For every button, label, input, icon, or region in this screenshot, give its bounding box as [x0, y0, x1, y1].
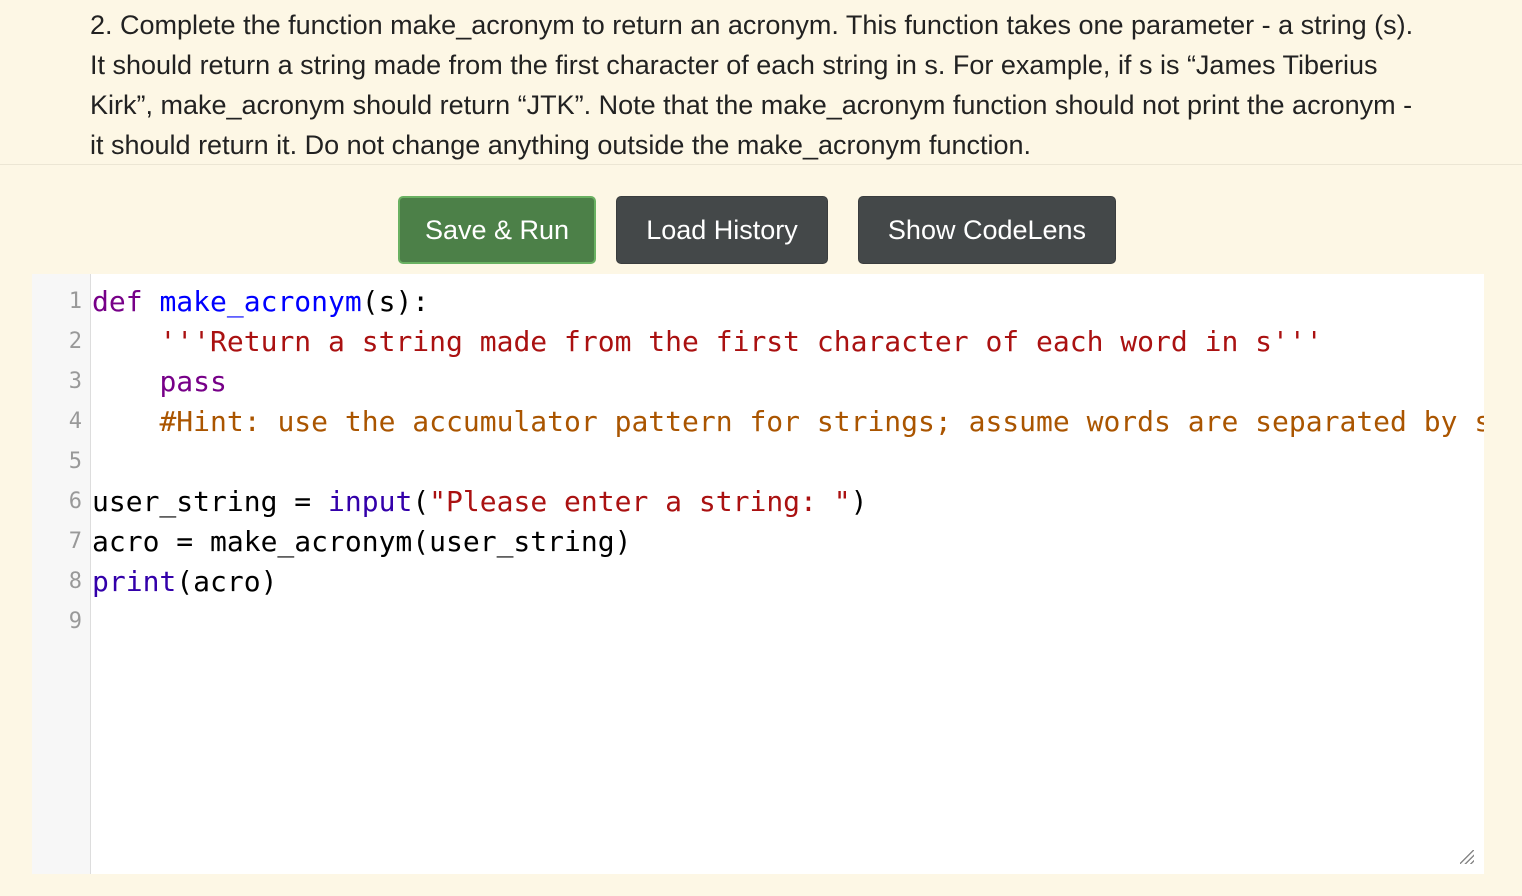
- code-token: print: [92, 565, 177, 598]
- code-token: make_acronym: [159, 285, 362, 318]
- code-editor[interactable]: 1 2 3 4 5 6 7 8 9 def make_acronym(s): '''Return…: [32, 274, 1484, 874]
- line-number: 8: [68, 569, 82, 594]
- line-number-gutter: 1 2 3 4 5 6 7 8 9: [32, 274, 91, 874]
- question-prompt: 2. Complete the function make_acronym to…: [90, 10, 1414, 160]
- line-number: 7: [68, 529, 82, 554]
- code-token: '''Return a string made from the first c…: [159, 325, 1323, 358]
- code-token: "Please enter a string: ": [429, 485, 851, 518]
- code-token: def: [92, 285, 143, 318]
- load-history-button[interactable]: Load History: [616, 196, 828, 264]
- code-token: acro = make_acronym(user_string): [92, 525, 632, 558]
- code-token: user_string =: [92, 485, 329, 518]
- line-number: 9: [68, 609, 82, 634]
- code-line[interactable]: user_string = input("Please enter a stri…: [92, 482, 867, 522]
- code-line[interactable]: '''Return a string made from the first c…: [92, 322, 1323, 362]
- code-line[interactable]: def make_acronym(s):: [92, 282, 429, 322]
- code-line[interactable]: print(acro): [92, 562, 277, 602]
- editor-toolbar: Save & Run Load History Show CodeLens: [0, 196, 1522, 264]
- code-line[interactable]: acro = make_acronym(user_string): [92, 522, 631, 562]
- line-number: 2: [68, 329, 82, 354]
- code-token: pass: [159, 365, 227, 398]
- code-token: input: [328, 485, 413, 518]
- code-token: (acro): [176, 565, 278, 598]
- code-token: (: [412, 485, 430, 518]
- save-run-button[interactable]: Save & Run: [398, 196, 596, 264]
- section-divider: [0, 164, 1522, 165]
- code-token: ): [850, 485, 868, 518]
- line-number: 6: [68, 489, 82, 514]
- line-number: 1: [68, 289, 82, 314]
- line-number: 4: [68, 409, 82, 434]
- line-number: 3: [68, 369, 82, 394]
- show-codelens-button[interactable]: Show CodeLens: [858, 196, 1116, 264]
- line-number: 5: [68, 449, 82, 474]
- resize-handle-icon[interactable]: [1460, 850, 1474, 864]
- code-token: #Hint: use the accumulator pattern for s…: [159, 405, 1484, 438]
- code-token: (s):: [361, 285, 430, 318]
- code-line[interactable]: pass: [92, 362, 227, 402]
- code-line[interactable]: #Hint: use the accumulator pattern for s…: [92, 402, 1484, 442]
